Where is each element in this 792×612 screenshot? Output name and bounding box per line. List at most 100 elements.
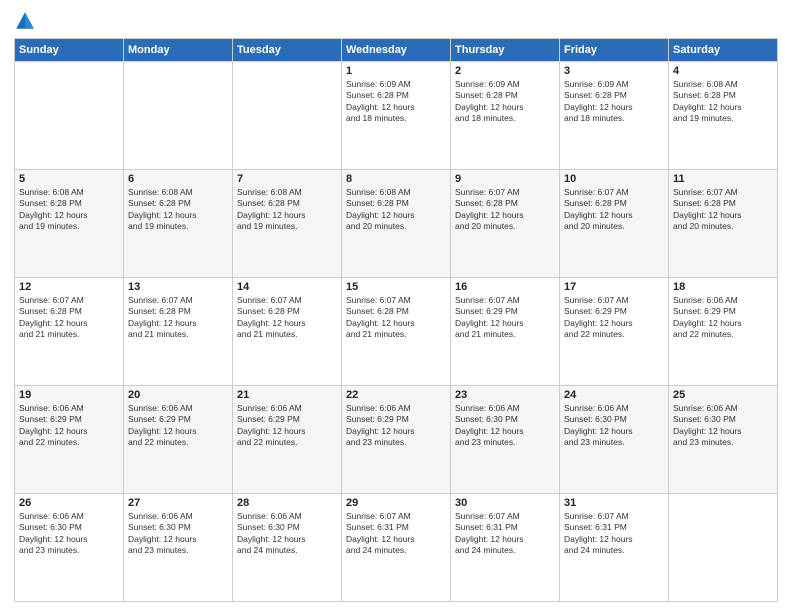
day-info: Sunrise: 6:09 AM Sunset: 6:28 PM Dayligh… bbox=[346, 79, 446, 125]
day-info: Sunrise: 6:08 AM Sunset: 6:28 PM Dayligh… bbox=[19, 187, 119, 233]
day-cell: 9 Sunrise: 6:07 AM Sunset: 6:28 PM Daylig… bbox=[451, 170, 560, 278]
day-number: 3 bbox=[564, 65, 664, 77]
day-number: 10 bbox=[564, 173, 664, 185]
day-number: 15 bbox=[346, 281, 446, 293]
day-number: 14 bbox=[237, 281, 337, 293]
week-row-2: 12 Sunrise: 6:07 AM Sunset: 6:28 PM Dayli… bbox=[15, 278, 778, 386]
calendar-page: SundayMondayTuesdayWednesdayThursdayFrid… bbox=[0, 0, 792, 612]
day-cell: 13Sunrise: 6:07 AM Sunset: 6:28 PM Dayli… bbox=[124, 278, 233, 386]
day-info: Sunrise: 6:08 AM Sunset: 6:28 PM Dayligh… bbox=[128, 187, 228, 233]
day-number: 19 bbox=[19, 389, 119, 401]
day-cell: 8 Sunrise: 6:08 AM Sunset: 6:28 PM Daylig… bbox=[342, 170, 451, 278]
day-cell: 7 Sunrise: 6:08 AM Sunset: 6:28 PM Daylig… bbox=[233, 170, 342, 278]
day-cell: 23 Sunrise: 6:06 AM Sunset: 6:30 PM Dayli… bbox=[451, 386, 560, 494]
day-cell: 26 Sunrise: 6:06 AM Sunset: 6:30 PM Dayli… bbox=[15, 494, 124, 602]
day-cell bbox=[15, 62, 124, 170]
day-number: 12 bbox=[19, 281, 119, 293]
day-number: 24 bbox=[564, 389, 664, 401]
day-cell: 28 Sunrise: 6:06 AM Sunset: 6:30 PM Dayli… bbox=[233, 494, 342, 602]
day-info: Sunrise: 6:06 AM Sunset: 6:29 PM Dayligh… bbox=[128, 403, 228, 449]
week-row-4: 26 Sunrise: 6:06 AM Sunset: 6:30 PM Dayli… bbox=[15, 494, 778, 602]
day-number: 26 bbox=[19, 497, 119, 509]
weekday-header-wednesday: Wednesday bbox=[342, 39, 451, 62]
header bbox=[14, 10, 778, 32]
day-number: 22 bbox=[346, 389, 446, 401]
day-info: Sunrise: 6:07 AM Sunset: 6:31 PM Dayligh… bbox=[346, 511, 446, 557]
day-number: 1 bbox=[346, 65, 446, 77]
day-number: 8 bbox=[346, 173, 446, 185]
day-cell: 20Sunrise: 6:06 AM Sunset: 6:29 PM Dayli… bbox=[124, 386, 233, 494]
week-row-0: 1 Sunrise: 6:09 AM Sunset: 6:28 PM Daylig… bbox=[15, 62, 778, 170]
day-cell: 10 Sunrise: 6:07 AM Sunset: 6:28 PM Dayli… bbox=[560, 170, 669, 278]
day-cell: 24 Sunrise: 6:06 AM Sunset: 6:30 PM Dayli… bbox=[560, 386, 669, 494]
day-info: Sunrise: 6:07 AM Sunset: 6:31 PM Dayligh… bbox=[455, 511, 555, 557]
day-cell: 30 Sunrise: 6:07 AM Sunset: 6:31 PM Dayli… bbox=[451, 494, 560, 602]
logo bbox=[14, 10, 39, 32]
day-number: 9 bbox=[455, 173, 555, 185]
day-cell bbox=[669, 494, 778, 602]
day-number: 31 bbox=[564, 497, 664, 509]
calendar-table: SundayMondayTuesdayWednesdayThursdayFrid… bbox=[14, 38, 778, 602]
weekday-header-tuesday: Tuesday bbox=[233, 39, 342, 62]
day-cell bbox=[233, 62, 342, 170]
day-info: Sunrise: 6:07 AM Sunset: 6:28 PM Dayligh… bbox=[564, 187, 664, 233]
day-cell: 21Sunrise: 6:06 AM Sunset: 6:29 PM Dayli… bbox=[233, 386, 342, 494]
weekday-header-sunday: Sunday bbox=[15, 39, 124, 62]
day-number: 23 bbox=[455, 389, 555, 401]
day-info: Sunrise: 6:08 AM Sunset: 6:28 PM Dayligh… bbox=[673, 79, 773, 125]
day-cell: 11Sunrise: 6:07 AM Sunset: 6:28 PM Dayli… bbox=[669, 170, 778, 278]
day-info: Sunrise: 6:07 AM Sunset: 6:28 PM Dayligh… bbox=[19, 295, 119, 341]
day-info: Sunrise: 6:06 AM Sunset: 6:30 PM Dayligh… bbox=[455, 403, 555, 449]
day-cell: 6 Sunrise: 6:08 AM Sunset: 6:28 PM Daylig… bbox=[124, 170, 233, 278]
day-info: Sunrise: 6:07 AM Sunset: 6:31 PM Dayligh… bbox=[564, 511, 664, 557]
day-cell: 19 Sunrise: 6:06 AM Sunset: 6:29 PM Dayli… bbox=[15, 386, 124, 494]
day-number: 17 bbox=[564, 281, 664, 293]
day-info: Sunrise: 6:09 AM Sunset: 6:28 PM Dayligh… bbox=[564, 79, 664, 125]
weekday-header-friday: Friday bbox=[560, 39, 669, 62]
day-cell: 22 Sunrise: 6:06 AM Sunset: 6:29 PM Dayli… bbox=[342, 386, 451, 494]
day-number: 18 bbox=[673, 281, 773, 293]
day-cell: 2Sunrise: 6:09 AM Sunset: 6:28 PM Daylig… bbox=[451, 62, 560, 170]
day-cell: 16 Sunrise: 6:07 AM Sunset: 6:29 PM Dayli… bbox=[451, 278, 560, 386]
day-number: 21 bbox=[237, 389, 337, 401]
day-cell: 1 Sunrise: 6:09 AM Sunset: 6:28 PM Daylig… bbox=[342, 62, 451, 170]
day-info: Sunrise: 6:06 AM Sunset: 6:30 PM Dayligh… bbox=[237, 511, 337, 557]
day-number: 29 bbox=[346, 497, 446, 509]
day-info: Sunrise: 6:06 AM Sunset: 6:30 PM Dayligh… bbox=[19, 511, 119, 557]
day-info: Sunrise: 6:06 AM Sunset: 6:29 PM Dayligh… bbox=[19, 403, 119, 449]
day-number: 25 bbox=[673, 389, 773, 401]
day-cell: 25 Sunrise: 6:06 AM Sunset: 6:30 PM Dayli… bbox=[669, 386, 778, 494]
day-info: Sunrise: 6:07 AM Sunset: 6:29 PM Dayligh… bbox=[455, 295, 555, 341]
day-info: Sunrise: 6:06 AM Sunset: 6:29 PM Dayligh… bbox=[346, 403, 446, 449]
day-info: Sunrise: 6:07 AM Sunset: 6:28 PM Dayligh… bbox=[673, 187, 773, 233]
day-number: 7 bbox=[237, 173, 337, 185]
day-info: Sunrise: 6:07 AM Sunset: 6:29 PM Dayligh… bbox=[564, 295, 664, 341]
day-cell: 3 Sunrise: 6:09 AM Sunset: 6:28 PM Daylig… bbox=[560, 62, 669, 170]
day-cell: 31 Sunrise: 6:07 AM Sunset: 6:31 PM Dayli… bbox=[560, 494, 669, 602]
day-number: 30 bbox=[455, 497, 555, 509]
week-row-3: 19 Sunrise: 6:06 AM Sunset: 6:29 PM Dayli… bbox=[15, 386, 778, 494]
weekday-header-row: SundayMondayTuesdayWednesdayThursdayFrid… bbox=[15, 39, 778, 62]
weekday-header-thursday: Thursday bbox=[451, 39, 560, 62]
day-cell: 12 Sunrise: 6:07 AM Sunset: 6:28 PM Dayli… bbox=[15, 278, 124, 386]
day-number: 6 bbox=[128, 173, 228, 185]
day-number: 4 bbox=[673, 65, 773, 77]
day-number: 28 bbox=[237, 497, 337, 509]
day-info: Sunrise: 6:06 AM Sunset: 6:30 PM Dayligh… bbox=[128, 511, 228, 557]
day-info: Sunrise: 6:07 AM Sunset: 6:28 PM Dayligh… bbox=[128, 295, 228, 341]
day-cell: 17 Sunrise: 6:07 AM Sunset: 6:29 PM Dayli… bbox=[560, 278, 669, 386]
day-info: Sunrise: 6:08 AM Sunset: 6:28 PM Dayligh… bbox=[346, 187, 446, 233]
day-cell bbox=[124, 62, 233, 170]
day-cell: 4 Sunrise: 6:08 AM Sunset: 6:28 PM Daylig… bbox=[669, 62, 778, 170]
day-number: 16 bbox=[455, 281, 555, 293]
day-cell: 18Sunrise: 6:06 AM Sunset: 6:29 PM Dayli… bbox=[669, 278, 778, 386]
day-cell: 15 Sunrise: 6:07 AM Sunset: 6:28 PM Dayli… bbox=[342, 278, 451, 386]
day-number: 2 bbox=[455, 65, 555, 77]
day-info: Sunrise: 6:06 AM Sunset: 6:30 PM Dayligh… bbox=[564, 403, 664, 449]
day-info: Sunrise: 6:06 AM Sunset: 6:30 PM Dayligh… bbox=[673, 403, 773, 449]
weekday-header-monday: Monday bbox=[124, 39, 233, 62]
day-info: Sunrise: 6:08 AM Sunset: 6:28 PM Dayligh… bbox=[237, 187, 337, 233]
day-info: Sunrise: 6:07 AM Sunset: 6:28 PM Dayligh… bbox=[346, 295, 446, 341]
day-info: Sunrise: 6:07 AM Sunset: 6:28 PM Dayligh… bbox=[237, 295, 337, 341]
day-info: Sunrise: 6:07 AM Sunset: 6:28 PM Dayligh… bbox=[455, 187, 555, 233]
